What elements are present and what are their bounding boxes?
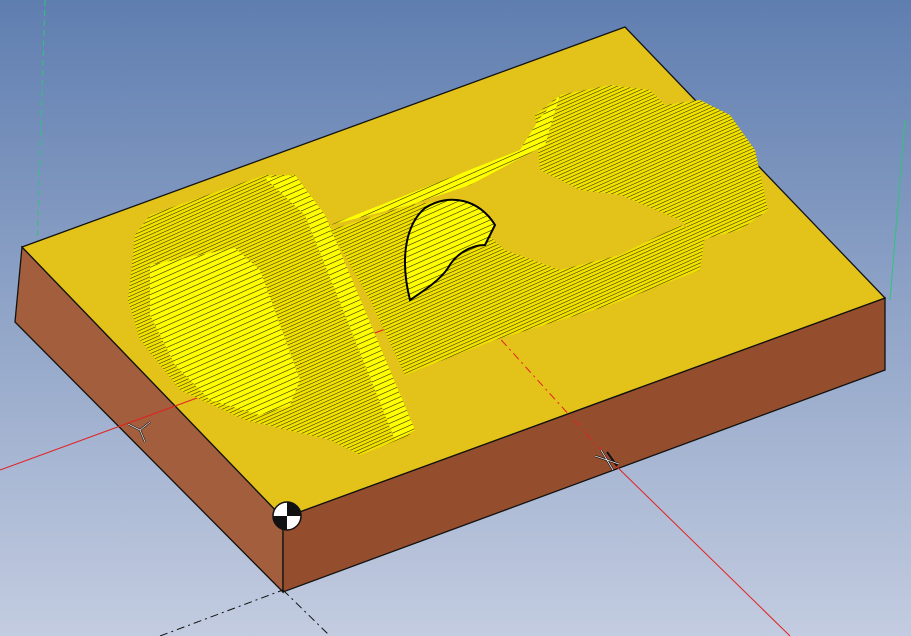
origin-marker-icon[interactable] <box>272 501 302 531</box>
3d-viewport[interactable]: X Y <box>0 0 911 636</box>
